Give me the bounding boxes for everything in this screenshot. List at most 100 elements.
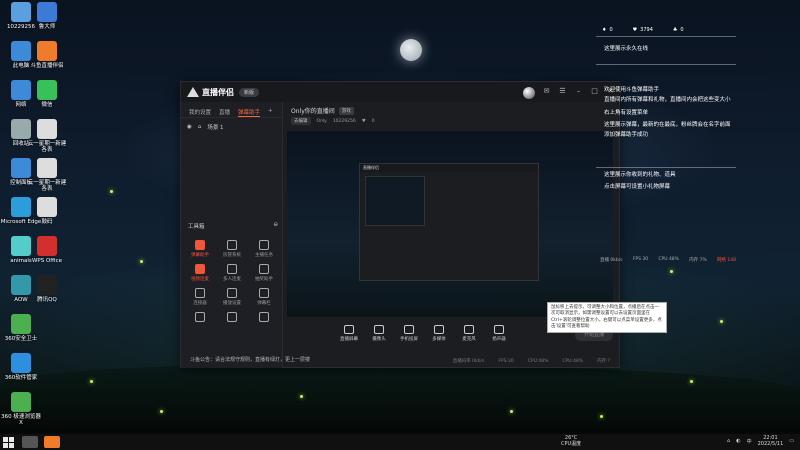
taskbar: 26°C CPU温度 ⌂ ◐ 中 22:01 2022/5/11 ▭ [0,434,800,450]
toolbox-item[interactable]: 多人连麦 [216,264,248,282]
app-icon [37,119,57,139]
overlay-stat: 直播 0kb/s [600,258,623,263]
overlay-count-value: 3794 [640,27,653,33]
app-titlebar[interactable]: 直播伴侣 新版 ✉ ☰ – □ ✕ [181,82,621,102]
desktop-icon-label: 鲁大师 [38,24,56,30]
toolbox-item[interactable] [248,312,280,324]
desktop-icon[interactable]: 云一星期一新建各表 [26,119,68,154]
desktop-icon[interactable]: 鼓码 [26,197,68,225]
toolbox-item[interactable]: 播放设置 [216,288,248,306]
volume-icon[interactable]: ◐ [736,438,740,444]
room-category-tag[interactable]: 游戏 [338,106,354,115]
overlay-count-value: 0 [609,27,613,33]
status-item: CPU:48% [562,358,584,364]
taskbar-app-icon[interactable] [22,436,38,448]
danmu-overlay-panel[interactable]: ♦ 0 ♥ 3794 ♣ 0 这里展示永久在线 欢迎使用斗鱼弹幕助手 直播间内所有弹幕和礼… [596,24,736,268]
desktop-icon[interactable]: 360安全卫士 [0,314,42,342]
desktop-icon-label: 腾讯QQ [37,297,57,303]
desktop-icon[interactable]: 腾讯QQ [26,275,68,303]
clock[interactable]: 22:01 2022/5/11 [758,435,784,447]
source-control-button[interactable]: 扬声器 [490,325,508,342]
room-title[interactable]: Only你的直播间 [291,106,335,115]
sidebar-tabs: 我的设置 直播 弹幕助手 + [181,102,282,118]
source-control-button[interactable]: 麦克风 [460,325,478,342]
overlay-message: 添加弹幕助手成功 [604,132,649,138]
toolbox-item[interactable] [184,312,216,324]
sidebar-tab[interactable]: 直播 [219,108,230,117]
tool-icon [227,264,237,274]
logo-icon [187,87,199,97]
sidebar-tab[interactable]: 我的设置 [189,108,211,117]
tool-icon [227,288,237,298]
toolbox-item[interactable]: 房管系统 [216,240,248,258]
help-tooltip: 鼠标移上去提示，可调整大小和位置，点播后在点击一次可取消显示，如需调整设置可以去… [547,302,667,334]
app-icon [37,2,57,22]
tool-label: 抽奖助手 [255,277,273,282]
source-control-button[interactable]: 手机投屏 [400,325,418,342]
stream-preview[interactable]: 直播伴侣 [287,131,613,317]
nested-preview-inner [365,176,425,226]
source-control-button[interactable]: 多媒体 [430,325,448,342]
toolbox-item[interactable]: 视频连麦 [184,264,216,282]
desktop-icon[interactable]: 360软件管家 [0,353,42,381]
notification-icon[interactable]: ▭ [789,438,794,444]
divider [596,36,736,37]
user-avatar[interactable] [523,87,535,99]
add-scene-icon[interactable]: + [268,108,273,117]
app-icon [37,197,57,217]
toolbox-more-icon[interactable]: ⊖ [273,222,278,230]
version-badge[interactable]: 新版 [239,87,260,97]
source-control-button[interactable]: 直播屏幕 [340,325,358,342]
weather-desc: CPU温度 [561,441,582,447]
tool-icon [259,312,269,322]
toolbox-item[interactable]: 主播任务 [248,240,280,258]
network-icon[interactable]: ⌂ [727,438,730,444]
start-button[interactable] [0,434,16,450]
firefly [720,320,723,323]
desktop-icon[interactable]: 斗鱼直播伴侣 [26,41,68,69]
app-icon [11,392,31,412]
taskbar-douyu-icon[interactable] [44,436,60,448]
overlay-count-value: 0 [680,27,684,33]
firefly [160,410,163,413]
desktop-icon[interactable]: 微信 [26,80,68,108]
source-control-label: 多媒体 [432,337,446,342]
toolbox-item[interactable] [216,312,248,324]
toolbox-item[interactable]: 连接器 [184,288,216,306]
system-tray: ⌂ ◐ 中 22:01 2022/5/11 ▭ [727,435,794,447]
edit-room-button[interactable]: 去编辑 [291,117,311,125]
status-item: CPU:48% [527,358,549,364]
ime-icon[interactable]: 中 [747,438,752,445]
tool-icon [227,240,237,250]
source-control-label: 手机投屏 [400,337,418,342]
source-control-label: 麦克风 [462,337,476,342]
menu-icon[interactable]: ☰ [558,87,567,96]
toolbox-item[interactable]: 弹幕助手 [184,240,216,258]
desktop-icon[interactable]: 360 极速浏览器X [0,392,42,427]
overlay-count-item: ♥ 3794 [633,27,653,33]
room-id: 10229256 [332,118,356,124]
desktop-icon-label: 微信 [41,102,53,108]
tool-label: 弹幕助手 [191,253,209,258]
toolbox-item[interactable]: 弹幕栏 [248,288,280,306]
toolbox-item[interactable]: 抽奖助手 [248,264,280,282]
minimize-icon[interactable]: – [574,87,583,96]
eye-icon[interactable]: ◉ [187,124,192,130]
status-item: FPS:30 [498,358,514,364]
desktop-icon[interactable]: WPS Office [26,236,68,264]
overlay-stat: 网络 148 [716,258,736,263]
desktop-icon[interactable]: 鲁大师 [26,2,68,30]
weather-widget[interactable]: 26°C CPU温度 [561,435,581,447]
sidebar-tab[interactable]: 弹幕助手 [238,108,261,117]
message-icon[interactable]: ✉ [542,87,551,96]
tool-icon [259,288,269,298]
scene-row[interactable]: ◉ ⌂ 场景 1 [181,118,282,136]
app-icon [11,353,31,373]
app-icon [37,41,57,61]
firefly [90,380,93,383]
lock-icon[interactable]: ⌂ [198,124,202,130]
desktop-icon-label: 360 极速浏览器X [1,414,41,427]
app-icon [37,236,57,256]
desktop-icon[interactable]: 云一星期一新建各表 [26,158,68,193]
source-control-button[interactable]: 摄像头 [370,325,388,342]
